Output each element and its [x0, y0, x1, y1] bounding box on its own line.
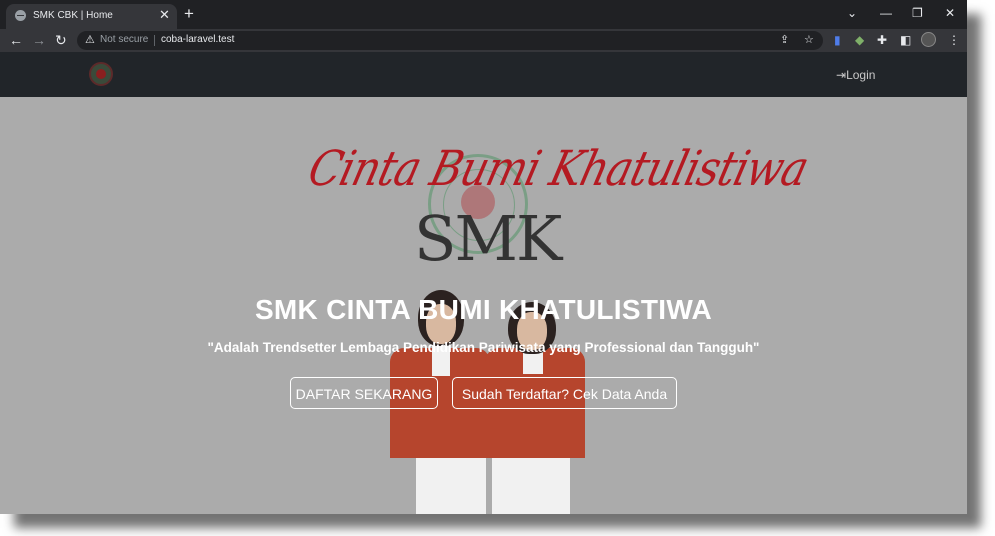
bookmark-star-icon[interactable]: ☆ [804, 33, 814, 46]
address-bar[interactable]: ⚠ Not secure coba-laravel.test ⇪ ☆ [77, 31, 823, 50]
login-link[interactable]: ⇥Login [836, 68, 875, 82]
tab-search-chevron-icon[interactable]: ⌄ [847, 6, 857, 20]
web-page: ⇥Login SMK Cinta Bumi Khatulistiwa SMK C… [0, 52, 967, 514]
login-label: Login [846, 68, 876, 82]
register-button[interactable]: DAFTAR SEKARANG [290, 377, 438, 409]
check-data-button[interactable]: Sudah Terdaftar? Cek Data Anda [452, 377, 677, 409]
school-logo[interactable] [89, 62, 113, 86]
site-navbar: ⇥Login [0, 52, 967, 97]
tab-close-icon[interactable]: ✕ [159, 7, 170, 23]
extension-icon[interactable]: ◆ [855, 31, 864, 49]
menu-kebab-icon[interactable]: ⋮ [948, 31, 960, 49]
side-panel-icon[interactable]: ◧ [900, 31, 911, 49]
hero-tagline: "Adalah Trendsetter Lembaga Pendidikan P… [207, 340, 760, 355]
security-indicator[interactable]: Not secure [100, 34, 148, 45]
browser-window: SMK CBK | Home ✕ + ⌄ — ❐ ✕ ← → ↻ ⚠ Not s… [0, 0, 967, 514]
extensions-puzzle-icon[interactable]: ✚ [877, 31, 887, 49]
script-title: Cinta Bumi Khatulistiwa [302, 140, 814, 197]
hero-title: SMK CINTA BUMI KHATULISTIWA [254, 294, 713, 325]
browser-tab[interactable]: SMK CBK | Home ✕ [6, 4, 177, 29]
tab-title: SMK CBK | Home [33, 10, 113, 21]
forward-button[interactable]: → [32, 31, 46, 49]
share-icon[interactable]: ⇪ [780, 33, 789, 46]
profile-avatar[interactable] [921, 32, 936, 47]
new-tab-button[interactable]: + [184, 4, 194, 24]
divider [154, 35, 155, 46]
extension-icon[interactable]: ▮ [834, 31, 841, 49]
browser-toolbar: ← → ↻ ⚠ Not secure coba-laravel.test ⇪ ☆… [0, 29, 967, 52]
reload-button[interactable]: ↻ [55, 31, 67, 49]
warning-icon: ⚠ [85, 34, 95, 46]
logo-wordmark: SMK [414, 202, 562, 275]
login-icon: ⇥ [836, 68, 847, 82]
globe-icon [15, 10, 26, 21]
url-text[interactable]: coba-laravel.test [161, 34, 234, 45]
restore-button[interactable]: ❐ [912, 6, 923, 20]
minimize-button[interactable]: — [880, 6, 892, 20]
tab-strip: SMK CBK | Home ✕ + ⌄ — ❐ ✕ [0, 0, 967, 29]
close-window-button[interactable]: ✕ [945, 6, 955, 20]
back-button[interactable]: ← [9, 31, 23, 49]
